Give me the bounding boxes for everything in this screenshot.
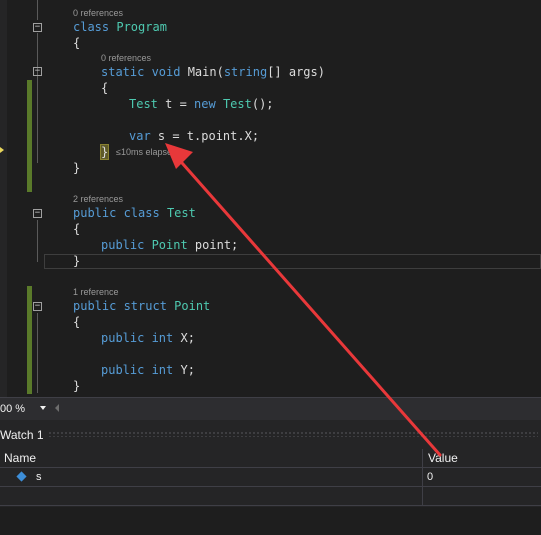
codelens-references[interactable]: 2 references	[73, 193, 123, 205]
code-line[interactable]: {	[73, 314, 80, 330]
code-line[interactable]: {	[73, 221, 80, 237]
code-line[interactable]: {	[73, 35, 80, 51]
column-header-value[interactable]: Value	[428, 450, 458, 466]
code-editor[interactable]: − − − − 0 references class Program { 0 r…	[0, 0, 541, 397]
code-line[interactable]: public class Test	[73, 205, 196, 221]
collapse-icon[interactable]: −	[33, 23, 42, 32]
watch-row-name[interactable]: s	[36, 470, 42, 484]
column-separator[interactable]	[422, 449, 423, 505]
watch-window-title[interactable]: Watch 1	[0, 427, 44, 443]
code-line[interactable]: public int X;	[101, 330, 195, 346]
title-grip[interactable]	[48, 431, 538, 437]
collapse-icon[interactable]: −	[33, 67, 42, 76]
indicator-margin	[0, 0, 7, 397]
editor-statusbar: 00 %	[0, 397, 541, 420]
code-line[interactable]: }	[73, 160, 80, 176]
code-line[interactable]: public struct Point	[73, 298, 210, 314]
watch-grid-header: Name Value	[0, 449, 541, 468]
code-line[interactable]: class Program	[73, 19, 167, 35]
code-line[interactable]: }	[73, 378, 80, 394]
watch-empty-area	[0, 507, 541, 535]
watch-row-value[interactable]: 0	[427, 470, 433, 484]
code-line[interactable]: {	[101, 80, 108, 96]
outline-line	[37, 0, 38, 20]
perf-tip-elapsed[interactable]: ≤10ms elapsed	[116, 146, 177, 158]
codelens-references[interactable]: 0 references	[73, 7, 123, 19]
code-line[interactable]: }	[73, 253, 80, 269]
zoom-level[interactable]: 00 %	[0, 401, 25, 417]
code-line[interactable]: static void Main(string[] args)	[101, 64, 325, 80]
watch-grid[interactable]: Name Value s 0	[0, 449, 541, 535]
field-icon	[16, 471, 27, 482]
code-line[interactable]: }	[99, 144, 110, 160]
change-tracking-bar	[27, 286, 32, 394]
outline-line	[37, 313, 38, 393]
watch-row-empty[interactable]	[0, 487, 541, 506]
watch-window: Watch 1 Name Value s 0	[0, 420, 541, 535]
current-statement-arrow-icon	[0, 147, 4, 153]
current-line-highlight	[44, 254, 541, 269]
change-tracking-bar	[27, 80, 32, 192]
chevron-down-icon[interactable]	[40, 406, 46, 410]
column-header-name[interactable]: Name	[4, 450, 36, 466]
watch-row[interactable]: s 0	[0, 468, 541, 487]
code-line[interactable]: public Point point;	[101, 237, 238, 253]
outline-line	[37, 220, 38, 262]
collapse-icon[interactable]: −	[33, 209, 42, 218]
code-line[interactable]: public int Y;	[101, 362, 195, 378]
scroll-left-icon[interactable]	[55, 404, 59, 412]
codelens-references[interactable]: 0 references	[101, 52, 151, 64]
codelens-references[interactable]: 1 reference	[73, 286, 119, 298]
collapse-icon[interactable]: −	[33, 302, 42, 311]
code-line[interactable]: Test t = new Test();	[129, 96, 274, 112]
outline-line	[37, 33, 38, 163]
code-line[interactable]: var s = t.point.X;	[129, 128, 259, 144]
